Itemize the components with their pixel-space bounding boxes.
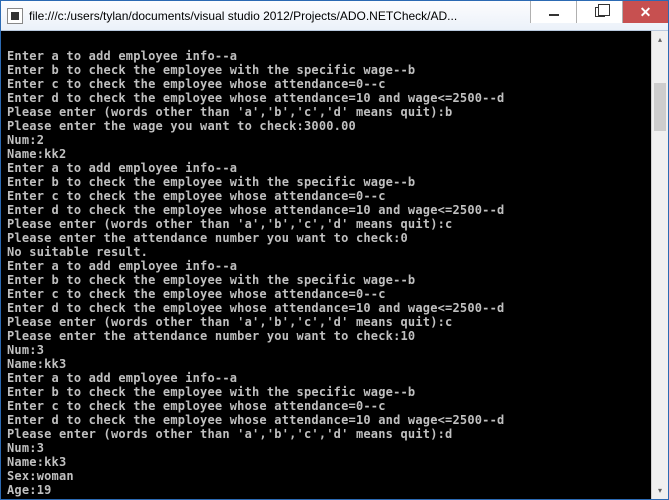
console-line: Name:kk2 bbox=[7, 147, 66, 161]
console-line: Please enter (words other than 'a','b','… bbox=[7, 105, 452, 119]
console-line: No suitable result. bbox=[7, 245, 148, 259]
window-title: file:///c:/users/tylan/documents/visual … bbox=[29, 9, 530, 23]
console-line: Enter b to check the employee with the s… bbox=[7, 273, 415, 287]
app-icon bbox=[7, 8, 23, 24]
console-line: Enter c to check the employee whose atte… bbox=[7, 77, 386, 91]
console-line: Num:2 bbox=[7, 133, 44, 147]
console-line: Enter a to add employee info--a bbox=[7, 161, 237, 175]
console-line: Enter c to check the employee whose atte… bbox=[7, 189, 386, 203]
maximize-button[interactable] bbox=[576, 1, 622, 23]
console-line: Please enter (words other than 'a','b','… bbox=[7, 217, 452, 231]
scroll-up-arrow[interactable]: ▴ bbox=[652, 31, 668, 48]
console-line: Please enter the attendance number you w… bbox=[7, 231, 408, 245]
console-line: Enter d to check the employee whose atte… bbox=[7, 413, 504, 427]
console-line: Name:kk3 bbox=[7, 455, 66, 469]
close-button[interactable]: ✕ bbox=[622, 1, 668, 23]
console-line: Enter c to check the employee whose atte… bbox=[7, 287, 386, 301]
console-line: Name:kk3 bbox=[7, 357, 66, 371]
console-line: Enter b to check the employee with the s… bbox=[7, 385, 415, 399]
console-line: Enter b to check the employee with the s… bbox=[7, 63, 415, 77]
scrollbar-track[interactable] bbox=[652, 48, 668, 482]
window-controls: ✕ bbox=[530, 1, 668, 30]
scroll-down-arrow[interactable]: ▾ bbox=[652, 482, 668, 499]
console-line: Enter a to add employee info--a bbox=[7, 49, 237, 63]
console-line: Please enter the wage you want to check:… bbox=[7, 119, 356, 133]
console-output[interactable]: Enter a to add employee info--a Enter b … bbox=[1, 31, 651, 499]
titlebar[interactable]: file:///c:/users/tylan/documents/visual … bbox=[1, 1, 668, 31]
console-line: Enter d to check the employee whose atte… bbox=[7, 301, 504, 315]
minimize-button[interactable] bbox=[530, 1, 576, 23]
console-line: Enter a to add employee info--a bbox=[7, 259, 237, 273]
console-line: Enter a to add employee info--a bbox=[7, 371, 237, 385]
console-line: Department:qa bbox=[7, 497, 104, 499]
console-line: Please enter (words other than 'a','b','… bbox=[7, 427, 452, 441]
console-line: Num:3 bbox=[7, 441, 44, 455]
console-line: Sex:woman bbox=[7, 469, 74, 483]
console-area: Enter a to add employee info--a Enter b … bbox=[1, 31, 668, 499]
scrollbar-thumb[interactable] bbox=[654, 83, 666, 131]
console-line: Num:3 bbox=[7, 343, 44, 357]
console-line: Enter c to check the employee whose atte… bbox=[7, 399, 386, 413]
console-line: Enter d to check the employee whose atte… bbox=[7, 91, 504, 105]
console-line: Age:19 bbox=[7, 483, 52, 497]
console-line: Enter b to check the employee with the s… bbox=[7, 175, 415, 189]
console-line: Please enter the attendance number you w… bbox=[7, 329, 415, 343]
console-window: file:///c:/users/tylan/documents/visual … bbox=[0, 0, 669, 500]
vertical-scrollbar[interactable]: ▴ ▾ bbox=[651, 31, 668, 499]
console-line: Enter d to check the employee whose atte… bbox=[7, 203, 504, 217]
console-line: Please enter (words other than 'a','b','… bbox=[7, 315, 452, 329]
